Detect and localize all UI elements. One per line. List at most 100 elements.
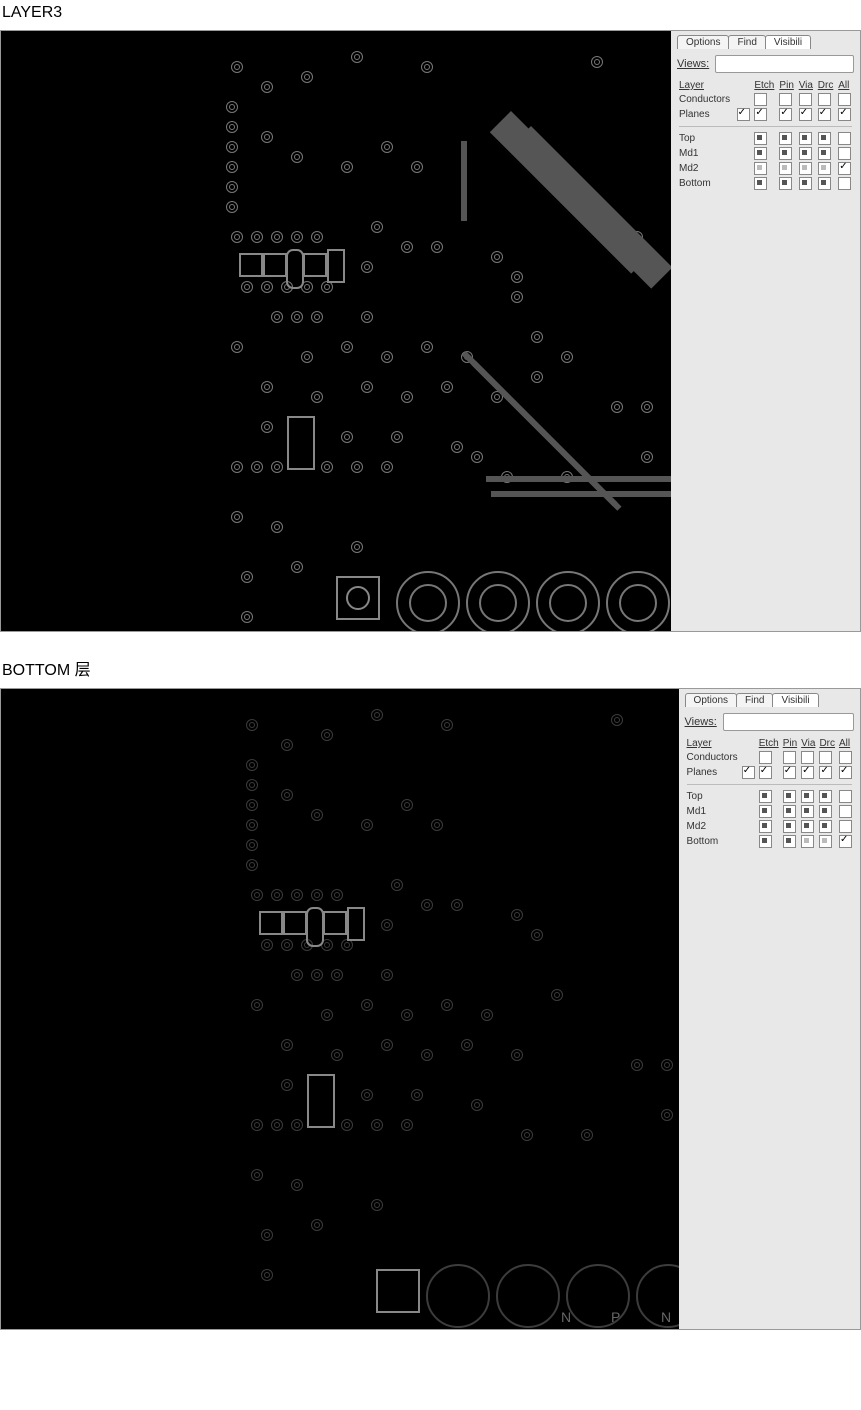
sq-top-pin[interactable] bbox=[779, 132, 792, 145]
sq-top-drc[interactable] bbox=[818, 132, 831, 145]
sq-top-etch[interactable] bbox=[754, 132, 767, 145]
sq2-top-etch[interactable] bbox=[759, 790, 772, 803]
section-title-bottom: BOTTOM 层 bbox=[2, 656, 861, 680]
sq-md1-drc[interactable] bbox=[818, 147, 831, 160]
cb-planes-via[interactable] bbox=[799, 108, 812, 121]
cb-planes-drc[interactable] bbox=[818, 108, 831, 121]
cb2-planes-drc[interactable] bbox=[819, 766, 832, 779]
cb2-conductors-via[interactable] bbox=[801, 751, 814, 764]
cb-planes-all[interactable] bbox=[838, 108, 851, 121]
cb-bottom-all[interactable] bbox=[838, 177, 851, 190]
row-md1-label: Md1 bbox=[677, 146, 735, 161]
cb-planes-pin[interactable] bbox=[779, 108, 792, 121]
sq2-md2-pin[interactable] bbox=[783, 820, 796, 833]
row-top-label: Top bbox=[677, 131, 735, 146]
sq2-bottom-via[interactable] bbox=[801, 835, 814, 848]
col-via-2: Via bbox=[799, 737, 817, 750]
sq2-md2-etch[interactable] bbox=[759, 820, 772, 833]
cb2-planes-etch[interactable] bbox=[759, 766, 772, 779]
row-bottom-label-2: Bottom bbox=[685, 834, 740, 849]
sq2-md1-via[interactable] bbox=[801, 805, 814, 818]
side-panel-layer3: Options Find Visibili Views: Layer Etch … bbox=[671, 31, 860, 631]
sq2-md1-drc[interactable] bbox=[819, 805, 832, 818]
cb-conductors-via[interactable] bbox=[799, 93, 812, 106]
row-md1-label-2: Md1 bbox=[685, 804, 740, 819]
cb-conductors-etch[interactable] bbox=[754, 93, 767, 106]
tab-options-2[interactable]: Options bbox=[685, 693, 737, 707]
row-conductors-label-2: Conductors bbox=[685, 750, 740, 765]
views-label: Views: bbox=[677, 58, 709, 70]
col-drc-2: Drc bbox=[817, 737, 837, 750]
row-bottom-label: Bottom bbox=[677, 176, 735, 191]
sq-bottom-drc[interactable] bbox=[818, 177, 831, 190]
tab-find[interactable]: Find bbox=[728, 35, 765, 49]
row-conductors-label: Conductors bbox=[677, 92, 735, 107]
cb2-planes-all[interactable] bbox=[839, 766, 852, 779]
col-all: All bbox=[836, 79, 854, 92]
sq-md2-etch[interactable] bbox=[754, 162, 767, 175]
col-drc: Drc bbox=[816, 79, 836, 92]
col-pin: Pin bbox=[777, 79, 796, 92]
row-planes-label: Planes bbox=[677, 107, 735, 122]
sq-md2-via[interactable] bbox=[799, 162, 812, 175]
app-frame-layer3: Options Find Visibili Views: Layer Etch … bbox=[0, 30, 861, 632]
cb-conductors-drc[interactable] bbox=[818, 93, 831, 106]
sq-bottom-pin[interactable] bbox=[779, 177, 792, 190]
views-dropdown[interactable] bbox=[715, 55, 854, 73]
cb2-planes-master[interactable] bbox=[742, 766, 755, 779]
views-dropdown-2[interactable] bbox=[723, 713, 854, 731]
sq-bottom-etch[interactable] bbox=[754, 177, 767, 190]
tab-options[interactable]: Options bbox=[677, 35, 729, 49]
col-layer: Layer bbox=[677, 79, 735, 92]
tab-visibility-2[interactable]: Visibili bbox=[772, 693, 818, 707]
cb-top-all[interactable] bbox=[838, 132, 851, 145]
cb-md1-all[interactable] bbox=[838, 147, 851, 160]
sq-top-via[interactable] bbox=[799, 132, 812, 145]
cb2-md2-all[interactable] bbox=[839, 820, 852, 833]
sq2-top-drc[interactable] bbox=[819, 790, 832, 803]
row-planes-label-2: Planes bbox=[685, 765, 740, 780]
cb2-conductors-drc[interactable] bbox=[819, 751, 832, 764]
tab-find-2[interactable]: Find bbox=[736, 693, 773, 707]
cb2-conductors-etch[interactable] bbox=[759, 751, 772, 764]
sq2-md2-drc[interactable] bbox=[819, 820, 832, 833]
app-frame-bottom: N P N Options Find Visibili Views: Layer… bbox=[0, 688, 861, 1330]
sq2-md1-pin[interactable] bbox=[783, 805, 796, 818]
cb-md2-all[interactable] bbox=[838, 162, 851, 175]
sq2-md2-via[interactable] bbox=[801, 820, 814, 833]
sq2-bottom-etch[interactable] bbox=[759, 835, 772, 848]
col-pin-2: Pin bbox=[781, 737, 799, 750]
tab-visibility[interactable]: Visibili bbox=[765, 35, 811, 49]
sq2-top-via[interactable] bbox=[801, 790, 814, 803]
pcb-canvas-bottom[interactable]: N P N bbox=[1, 689, 679, 1329]
cb-conductors-pin[interactable] bbox=[779, 93, 792, 106]
sq-md1-pin[interactable] bbox=[779, 147, 792, 160]
col-etch-2: Etch bbox=[757, 737, 781, 750]
cb2-planes-via[interactable] bbox=[801, 766, 814, 779]
sq2-bottom-pin[interactable] bbox=[783, 835, 796, 848]
sq-md1-via[interactable] bbox=[799, 147, 812, 160]
sq2-bottom-drc[interactable] bbox=[819, 835, 832, 848]
cb2-conductors-pin[interactable] bbox=[783, 751, 796, 764]
cb2-top-all[interactable] bbox=[839, 790, 852, 803]
sq2-top-pin[interactable] bbox=[783, 790, 796, 803]
cb-planes-etch[interactable] bbox=[754, 108, 767, 121]
col-layer-2: Layer bbox=[685, 737, 740, 750]
sq-md1-etch[interactable] bbox=[754, 147, 767, 160]
row-top-label-2: Top bbox=[685, 789, 740, 804]
pcb-canvas-layer3[interactable] bbox=[1, 31, 671, 631]
cb2-bottom-all[interactable] bbox=[839, 835, 852, 848]
sq2-md1-etch[interactable] bbox=[759, 805, 772, 818]
visibility-grid-2: Layer Etch Pin Via Drc All Conductors Pl… bbox=[685, 737, 854, 849]
cb2-md1-all[interactable] bbox=[839, 805, 852, 818]
cb-planes-master[interactable] bbox=[737, 108, 750, 121]
panel-tabs-2: Options Find Visibili bbox=[685, 693, 854, 707]
section-title-layer3: LAYER3 bbox=[2, 4, 861, 22]
sq-bottom-via[interactable] bbox=[799, 177, 812, 190]
cb2-planes-pin[interactable] bbox=[783, 766, 796, 779]
sq-md2-drc[interactable] bbox=[818, 162, 831, 175]
sq-md2-pin[interactable] bbox=[779, 162, 792, 175]
cb2-conductors-all[interactable] bbox=[839, 751, 852, 764]
cb-conductors-all[interactable] bbox=[838, 93, 851, 106]
row-md2-label-2: Md2 bbox=[685, 819, 740, 834]
